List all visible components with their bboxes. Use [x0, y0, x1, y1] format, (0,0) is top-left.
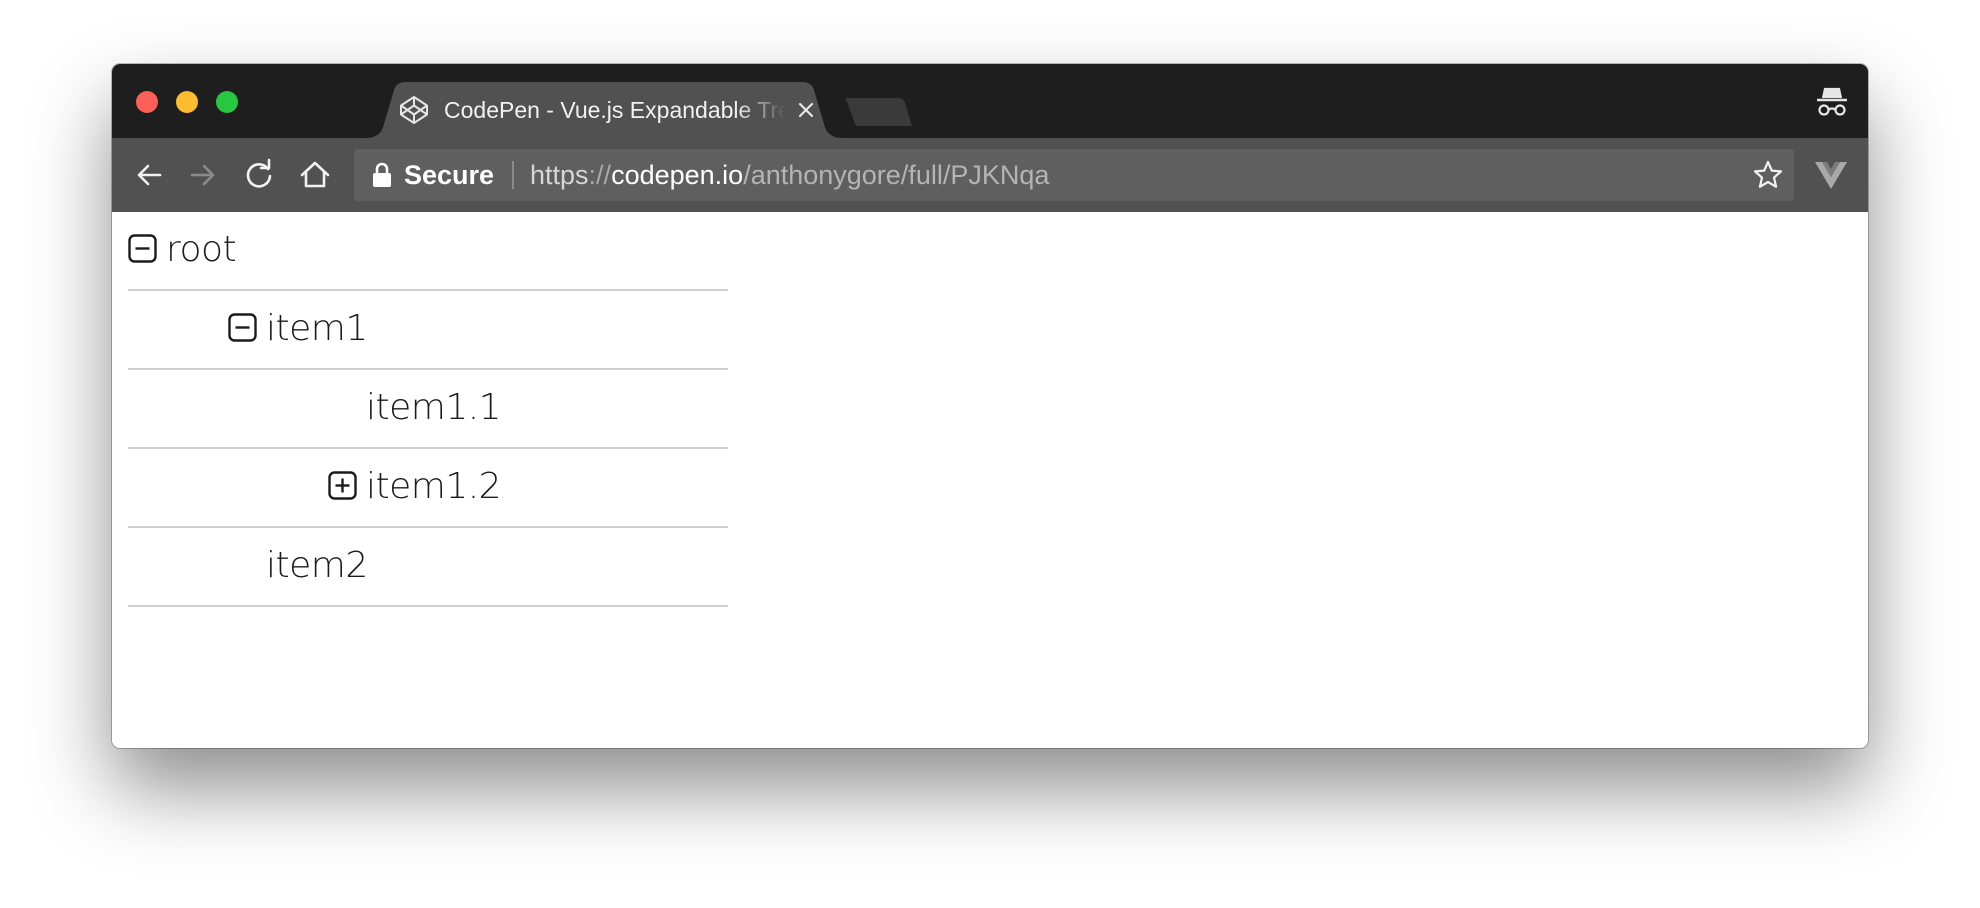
reload-icon [246, 158, 272, 188]
url-scheme: https [530, 160, 589, 190]
secure-label: Secure [404, 160, 495, 190]
page-content: root item1 item1.1 item1.2 item2 [112, 212, 1868, 748]
url-path: /anthonygore/full/PJKNqa [743, 160, 1050, 190]
tree-node-root[interactable]: root [128, 212, 728, 291]
browser-window: CodePen - Vue.js Expandable Tree Secure … [112, 64, 1868, 748]
back-button[interactable] [130, 156, 168, 194]
tree-node-label: item2 [266, 545, 368, 586]
tree-view: root item1 item1.1 item1.2 item2 [128, 212, 728, 607]
reload-button[interactable] [240, 156, 278, 194]
close-window-button[interactable] [136, 91, 158, 113]
new-tab-button[interactable] [842, 96, 914, 128]
vue-logo-icon[interactable] [1812, 156, 1850, 194]
close-tab-icon[interactable] [790, 94, 822, 126]
url-host: codepen.io [611, 160, 744, 190]
forward-button[interactable] [184, 156, 222, 194]
arrow-right-icon [190, 164, 215, 186]
expand-plus-icon[interactable] [328, 471, 357, 500]
tree-node-label: item1 [266, 308, 368, 349]
active-tab[interactable]: CodePen - Vue.js Expandable Tree [364, 82, 844, 138]
tab-title: CodePen - Vue.js Expandable Tree [444, 97, 786, 123]
url-text[interactable]: https://codepen.io/anthonygore/full/PJKN… [530, 149, 1049, 201]
arrow-left-icon [137, 164, 162, 186]
tree-node-item1[interactable]: item1 [128, 291, 728, 370]
omnibox-divider [512, 161, 514, 189]
minimize-window-button[interactable] [176, 91, 198, 113]
star-icon[interactable] [1752, 159, 1784, 191]
lock-icon [373, 162, 391, 187]
home-button[interactable] [296, 156, 334, 194]
browser-toolbar: Secure https://codepen.io/anthonygore/fu… [112, 138, 1868, 212]
codepen-logo-icon [400, 96, 428, 124]
tab-strip: CodePen - Vue.js Expandable Tree [112, 64, 1868, 138]
incognito-icon [1817, 87, 1847, 116]
tree-node-label: item1.1 [366, 387, 502, 428]
tree-node-item1-2[interactable]: item1.2 [128, 449, 728, 528]
tree-node-item1-1: item1.1 [128, 370, 728, 449]
url-separator: :// [588, 160, 612, 190]
address-bar[interactable]: Secure https://codepen.io/anthonygore/fu… [354, 149, 1794, 201]
maximize-window-button[interactable] [216, 91, 238, 113]
tree-node-item2: item2 [128, 528, 728, 607]
collapse-minus-icon[interactable] [228, 313, 257, 342]
tab-title-container: CodePen - Vue.js Expandable Tree [444, 94, 786, 126]
tree-node-label: root [166, 229, 237, 270]
collapse-minus-icon[interactable] [128, 234, 157, 263]
home-icon [300, 161, 330, 188]
tree-node-label: item1.2 [366, 466, 502, 507]
